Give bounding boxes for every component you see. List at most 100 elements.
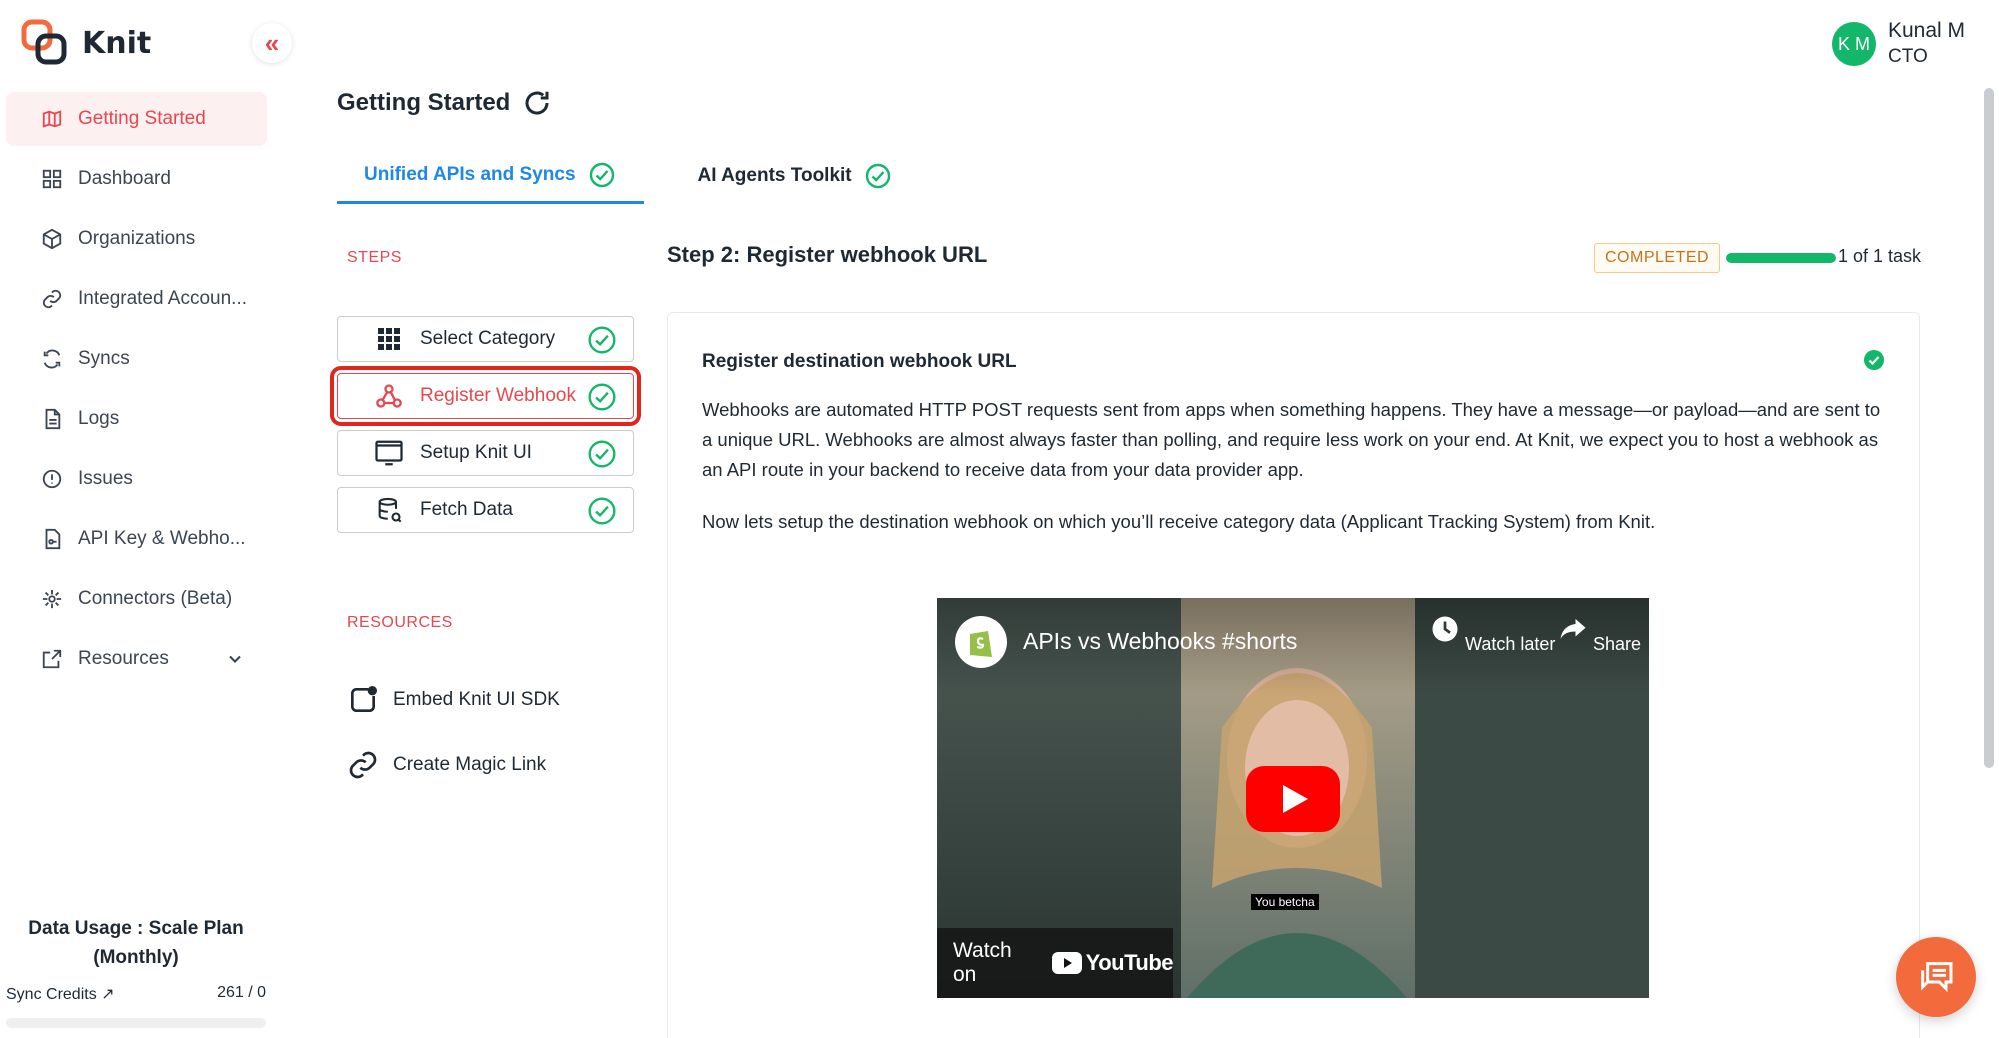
watch-later-label: Watch later [1465, 634, 1556, 654]
sync-credits-link[interactable]: Sync Credits ↗ [6, 984, 115, 1004]
check-filled-icon [1863, 349, 1885, 376]
watch-on-youtube-button[interactable]: Watch on YouTube [937, 928, 1174, 998]
brand-name: Knit [82, 25, 152, 61]
sync-icon [40, 347, 64, 371]
play-icon[interactable] [1246, 766, 1340, 832]
cube-icon [40, 227, 64, 251]
check-circle-icon [588, 161, 616, 189]
channel-avatar[interactable] [955, 616, 1007, 668]
monitor-icon [374, 438, 404, 468]
sync-credits-bar [6, 1018, 266, 1028]
step-label: Select Category [420, 328, 556, 349]
chevron-down-icon[interactable] [225, 649, 245, 669]
sidebar: Knit « Getting Started Dashboard Organiz… [0, 0, 292, 1038]
document-icon [40, 407, 64, 431]
check-circle-icon [587, 496, 617, 526]
sidebar-item-label: Integrated Accoun... [78, 288, 248, 309]
resource-label: Create Magic Link [393, 754, 547, 775]
resource-magic-link[interactable]: Create Magic Link [347, 749, 546, 781]
clock-icon [1432, 616, 1458, 642]
sidebar-item-label: API Key & Webho... [78, 528, 246, 549]
brand[interactable]: Knit [20, 18, 151, 68]
task-progress-text: 1 of 1 task [1838, 246, 1922, 266]
youtube-play-icon [1051, 952, 1082, 974]
watch-on-label: Watch on [953, 939, 1012, 986]
user-info: Kunal M CTO [1888, 18, 1965, 70]
check-circle-icon [587, 439, 617, 469]
sidebar-item-label: Dashboard [78, 168, 171, 189]
page-scrollbar[interactable] [1984, 88, 1994, 768]
link-icon [40, 287, 64, 311]
user-role: CTO [1888, 46, 1928, 67]
tab-label: AI Agents Toolkit [697, 165, 852, 186]
sidebar-item-label: Getting Started [78, 108, 206, 129]
youtube-wordmark: YouTube [1085, 950, 1174, 975]
sidebar-item-label: Organizations [78, 228, 196, 249]
check-circle-icon [587, 325, 617, 355]
share-label: Share [1593, 634, 1642, 654]
step-label: Setup Knit UI [420, 442, 532, 463]
sidebar-item-issues[interactable]: Issues [6, 452, 267, 506]
tab-unified-apis[interactable]: Unified APIs and Syncs [337, 148, 644, 204]
sidebar-item-label: Resources [78, 648, 169, 669]
map-icon [40, 107, 64, 131]
sidebar-item-syncs[interactable]: Syncs [6, 332, 267, 386]
sidebar-item-integrated-accounts[interactable]: Integrated Accoun... [6, 272, 267, 326]
sidebar-item-logs[interactable]: Logs [6, 392, 267, 446]
database-icon [374, 495, 404, 525]
shopify-icon [970, 631, 992, 657]
step-header: Step 2: Register webhook URL [667, 242, 988, 267]
page-title-text: Getting Started [337, 89, 511, 116]
user-profile[interactable]: K M Kunal M CTO [1832, 18, 1965, 70]
resource-embed-sdk[interactable]: Embed Knit UI SDK [347, 684, 560, 716]
share-icon [1560, 619, 1586, 639]
sync-credits-value: 261 / 0 [217, 984, 266, 1001]
step-register-webhook[interactable]: Register Webhook [330, 366, 641, 426]
sidebar-item-getting-started[interactable]: Getting Started [6, 92, 267, 146]
step-fetch-data[interactable]: Fetch Data [337, 487, 634, 533]
avatar: K M [1832, 22, 1876, 66]
sidebar-item-resources[interactable]: Resources [6, 632, 267, 686]
step-select-category[interactable]: Select Category [337, 316, 634, 362]
steps-label: STEPS [347, 249, 402, 266]
link-icon [349, 751, 377, 779]
video-embed[interactable]: APIs vs Webhooks #shorts Watch later Sha… [937, 598, 1649, 998]
share-button[interactable]: Share [1558, 614, 1641, 655]
key-document-icon [40, 527, 64, 551]
double-chevron-left-icon: « [264, 27, 280, 58]
sync-credits-row: Sync Credits ↗ 261 / 0 [6, 984, 266, 1004]
card-paragraph: Webhooks are automated HTTP POST request… [702, 399, 1881, 480]
external-link-icon [40, 647, 64, 671]
alert-circle-icon [40, 467, 64, 491]
task-progress-fill [1726, 253, 1836, 263]
sidebar-item-label: Logs [78, 408, 120, 429]
knit-logo-icon [21, 19, 67, 65]
tab-ai-agents-toolkit[interactable]: AI Agents Toolkit [698, 148, 892, 204]
collapse-sidebar-button[interactable]: « [252, 23, 292, 63]
sidebar-item-label: Connectors (Beta) [78, 588, 233, 609]
sidebar-item-api-key-webhooks[interactable]: API Key & Webho... [6, 512, 267, 566]
youtube-logo: YouTube [1051, 950, 1174, 976]
step-setup-knit-ui[interactable]: Setup Knit UI [337, 430, 634, 476]
chat-icon [1921, 962, 1953, 993]
chat-support-button[interactable] [1896, 937, 1976, 1017]
video-title[interactable]: APIs vs Webhooks #shorts [1023, 628, 1297, 655]
sidebar-item-connectors[interactable]: Connectors (Beta) [6, 572, 267, 626]
connectors-icon [40, 587, 64, 611]
check-circle-icon [587, 382, 617, 412]
step-label: Fetch Data [420, 499, 513, 520]
grid-dots-icon [374, 324, 404, 354]
data-usage-panel: Data Usage : Scale Plan (Monthly) Sync C… [0, 914, 272, 1028]
page-title: Getting Started [337, 88, 552, 118]
grid-icon [40, 167, 64, 191]
tab-label: Unified APIs and Syncs [364, 163, 576, 185]
sidebar-item-organizations[interactable]: Organizations [6, 212, 267, 266]
refresh-icon[interactable] [522, 88, 552, 118]
step-label: Register Webhook [420, 385, 576, 406]
watch-later-button[interactable]: Watch later [1430, 614, 1555, 655]
status-badge: COMPLETED [1594, 243, 1721, 273]
sidebar-item-dashboard[interactable]: Dashboard [6, 152, 267, 206]
card-paragraph: Now lets setup the destination webhook o… [702, 511, 1656, 532]
embed-sdk-icon [351, 686, 377, 712]
video-caption: You betcha [1251, 894, 1319, 910]
